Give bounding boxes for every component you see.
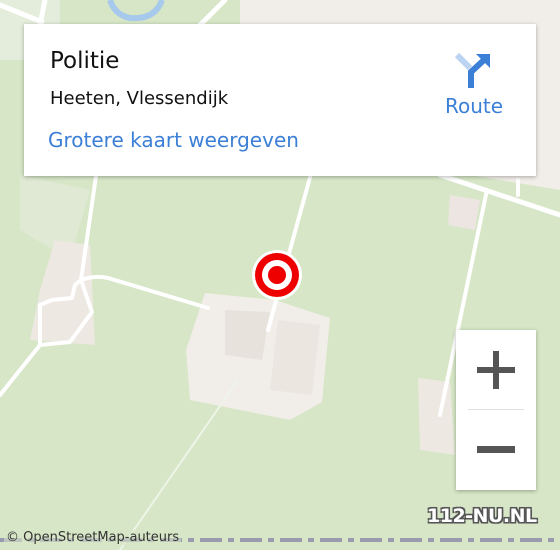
route-label: Route — [444, 94, 504, 118]
directions-icon — [454, 52, 490, 88]
place-address: Heeten, Vlessendijk — [50, 88, 229, 109]
farm-east — [418, 378, 455, 455]
zoom-control — [456, 330, 536, 490]
place-title: Politie — [50, 48, 120, 74]
target-marker-icon[interactable] — [252, 250, 302, 300]
route-button[interactable]: Route — [442, 50, 506, 126]
plus-icon — [477, 351, 515, 389]
zoom-out-button[interactable] — [456, 410, 536, 490]
minus-icon — [477, 446, 515, 453]
building — [225, 310, 270, 360]
building — [270, 320, 320, 395]
building-east — [448, 195, 480, 230]
place-info-card: Politie Heeten, Vlessendijk Grotere kaar… — [24, 24, 536, 176]
zoom-in-button[interactable] — [456, 330, 536, 410]
map-attribution[interactable]: © OpenStreetMap-auteurs — [4, 530, 182, 545]
bigger-map-link[interactable]: Grotere kaart weergeven — [48, 128, 299, 152]
watermark-logo: 112-NU.NL — [427, 505, 537, 527]
